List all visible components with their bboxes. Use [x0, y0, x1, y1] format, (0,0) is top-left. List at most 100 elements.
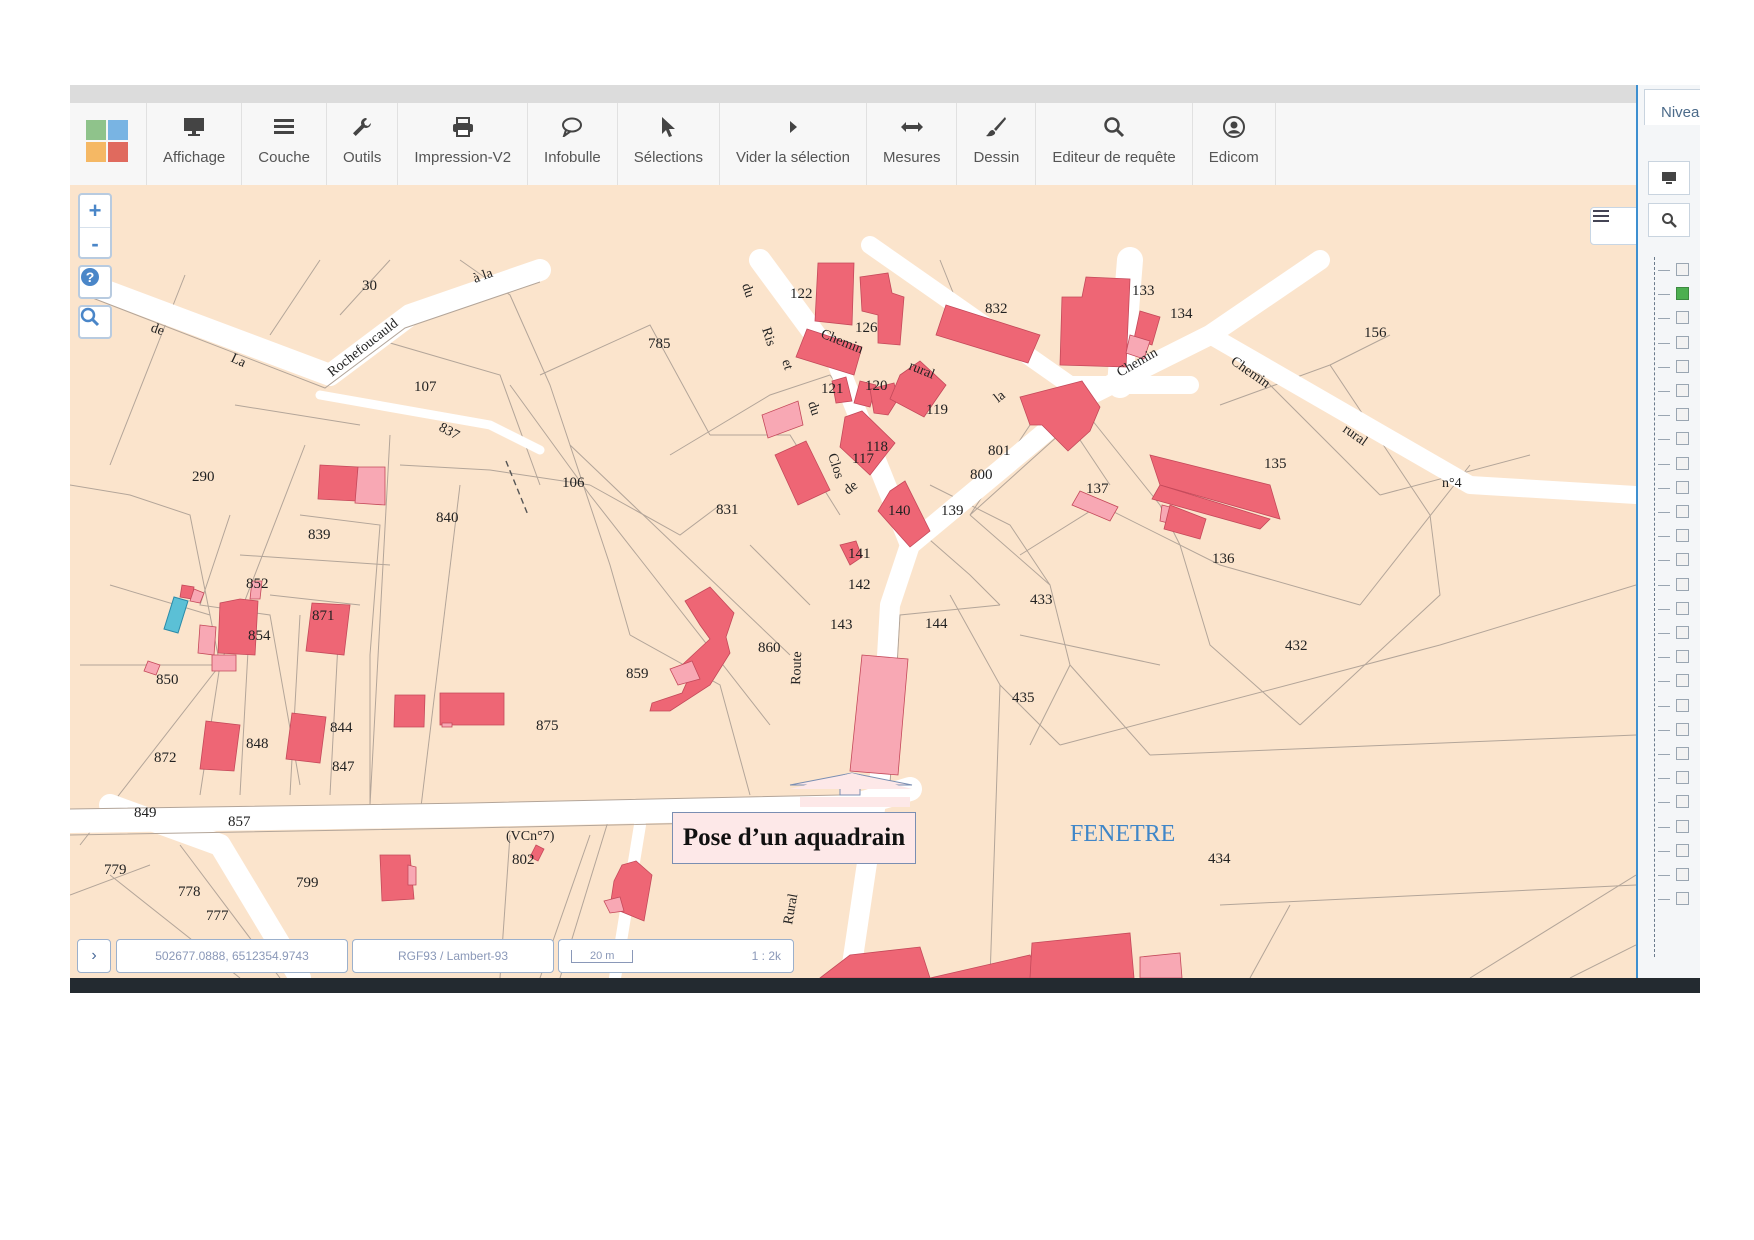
layer-checkbox[interactable] [1676, 747, 1689, 760]
parcel-number: 136 [1212, 551, 1235, 567]
tool-label: Affichage [163, 149, 226, 166]
layer-checkbox[interactable] [1676, 480, 1689, 494]
tool-label: Vider la sélection [735, 149, 850, 166]
layer-checkbox[interactable] [1676, 432, 1689, 446]
parcel-number: 143 [830, 617, 853, 633]
tool-vider-selection-button[interactable]: Vider la sélection [718, 103, 866, 185]
layer-checkbox[interactable] [1676, 505, 1689, 518]
app-logo [86, 120, 130, 164]
layer-checkbox[interactable] [1676, 553, 1689, 567]
parcel-number: 434 [1208, 851, 1231, 867]
tree-connector [1658, 391, 1670, 392]
tree-connector [1658, 705, 1670, 707]
tool-dessin-button[interactable]: Dessin [956, 103, 1035, 185]
street-name-word: Rochefoucauld [325, 316, 401, 380]
layer-list-toggle-button[interactable] [1590, 207, 1636, 245]
zoom-in-button[interactable]: + [80, 195, 110, 227]
tool-label: Infobulle [544, 149, 601, 166]
layer-checkbox[interactable] [1676, 626, 1689, 639]
parcel-number: 860 [758, 640, 781, 656]
layer-checkbox[interactable] [1676, 408, 1689, 422]
tree-connector [1658, 850, 1670, 852]
projection-select[interactable]: RGF93 / Lambert-93 [352, 939, 554, 973]
tool-selections-button[interactable]: Sélections [616, 103, 719, 185]
layer-checkbox[interactable] [1676, 456, 1689, 470]
layer-checkbox[interactable] [1676, 868, 1689, 881]
monitor-icon [1662, 172, 1676, 184]
tool-outils-button[interactable]: Outils [325, 103, 397, 185]
cursor-icon [660, 115, 676, 139]
tree-connector [1658, 366, 1670, 368]
street-name-word: Rural [781, 892, 801, 925]
tool-editeur-requete-button[interactable]: Editeur de requête [1035, 103, 1191, 185]
scale-widget: 20 m 1 : 2k [558, 939, 794, 973]
tree-connector [1658, 294, 1670, 296]
layer-checkbox[interactable] [1676, 263, 1689, 276]
layer-checkbox[interactable] [1676, 795, 1689, 809]
tool-impression-button[interactable]: Impression-V2 [397, 103, 527, 185]
panel-search-button[interactable] [1648, 203, 1690, 237]
tool-infobulle-button[interactable]: Infobulle [527, 103, 617, 185]
parcel-number: 117 [852, 451, 874, 467]
layer-checkbox[interactable] [1676, 819, 1689, 833]
layer-checkbox[interactable] [1676, 892, 1689, 906]
layer-checkbox[interactable] [1676, 650, 1689, 664]
layer-checkbox[interactable] [1676, 577, 1689, 591]
tree-connector [1658, 802, 1670, 804]
street-name-word: et [778, 358, 795, 372]
tool-affichage-button[interactable]: Affichage [146, 103, 241, 185]
tool-label: Mesures [882, 149, 941, 166]
layer-checkbox[interactable] [1676, 722, 1689, 736]
tree-connector [1658, 439, 1670, 441]
main-toolbar: Affichage Couche Outils Impression-V2 In… [70, 103, 1636, 187]
layer-checkbox[interactable] [1676, 698, 1689, 712]
tool-label: Impression-V2 [414, 149, 512, 166]
tool-edicom-button[interactable]: Edicom [1191, 103, 1276, 185]
panel-display-button[interactable] [1648, 161, 1690, 195]
tree-connector [1658, 729, 1670, 731]
parcel-number: 134 [1170, 306, 1193, 322]
triangle-right-icon [787, 115, 799, 139]
parcel-number: 850 [156, 672, 179, 688]
layer-checkbox[interactable] [1676, 287, 1689, 301]
layer-checkbox[interactable] [1676, 771, 1689, 785]
annotation-box: Pose d’un aquadrain [672, 812, 916, 864]
printer-icon [452, 115, 474, 139]
layer-checkbox[interactable] [1676, 843, 1689, 857]
coordinates-display: 502677.0888, 6512354.9743 [116, 939, 348, 973]
zoom-control: + - [78, 193, 112, 259]
tree-connector [1658, 560, 1670, 562]
street-name-word: 837 [436, 420, 462, 443]
parcel-number: 121 [821, 381, 844, 397]
layer-checkbox[interactable] [1676, 601, 1689, 615]
parcel-number: 119 [926, 402, 948, 418]
street-name-word: rural [907, 359, 937, 383]
parcel-number: 799 [296, 875, 319, 891]
tool-label: Sélections [633, 149, 703, 166]
scale-ratio: 1 : 2k [751, 949, 781, 963]
statusbar-expand-button[interactable]: › [77, 939, 111, 973]
parcel-number: 847 [332, 759, 355, 775]
layer-checkbox[interactable] [1676, 384, 1689, 397]
layer-checkbox[interactable] [1676, 311, 1689, 325]
layer-checkbox[interactable] [1676, 674, 1689, 688]
panel-tab-niveau[interactable]: Nivea [1644, 89, 1700, 125]
layer-panel: Nivea [1636, 85, 1700, 978]
chevron-right-icon: › [91, 947, 97, 964]
tool-couche-button[interactable]: Couche [241, 103, 326, 185]
parcel-number: 432 [1285, 638, 1308, 654]
zoom-out-button[interactable]: - [80, 227, 110, 260]
layer-checkbox[interactable] [1676, 529, 1689, 543]
tool-mesures-button[interactable]: Mesures [865, 103, 957, 185]
os-taskbar [70, 978, 1700, 993]
layers-icon [273, 115, 295, 139]
parcel-number: 875 [536, 718, 559, 734]
parcel-number: 832 [985, 301, 1008, 317]
map-search-button[interactable] [78, 305, 112, 339]
parcel-number: 290 [192, 469, 215, 485]
layer-checkbox[interactable] [1676, 335, 1689, 349]
help-button[interactable]: ? [78, 265, 112, 299]
layer-checkbox[interactable] [1676, 359, 1689, 373]
parcel-number: 144 [925, 616, 948, 632]
parcel-number: 857 [228, 814, 251, 830]
